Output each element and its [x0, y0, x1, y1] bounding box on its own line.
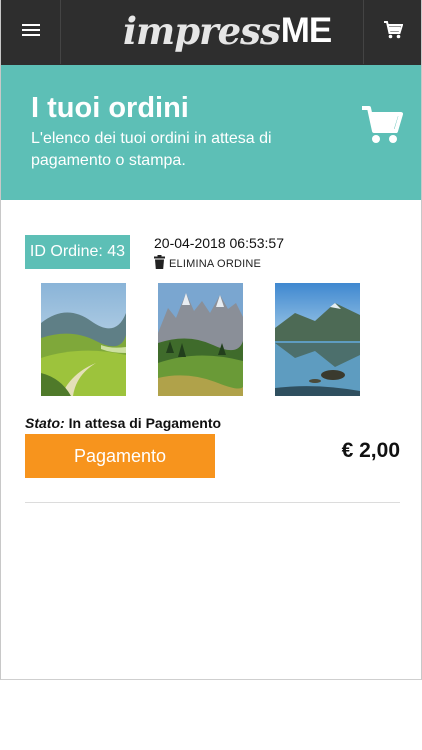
top-navbar: impress ME — [1, 0, 421, 66]
cart-icon — [361, 105, 403, 150]
page-subtitle: L'elenco dei tuoi ordini in attesa di pa… — [31, 130, 272, 169]
logo-script: impress — [123, 9, 281, 53]
cart-button[interactable] — [363, 0, 421, 64]
photo-lake[interactable] — [275, 283, 360, 396]
hamburger-icon — [21, 23, 40, 42]
photo-mountains[interactable] — [158, 283, 243, 396]
page-header: I tuoi ordini L'elenco dei tuoi ordini i… — [1, 65, 421, 200]
logo[interactable]: impress ME — [123, 5, 332, 57]
order-id-badge: ID Ordine: 43 — [25, 235, 130, 269]
menu-button[interactable] — [1, 0, 61, 64]
status-label: Stato: — [25, 415, 65, 431]
status-value: In attesa di Pagamento — [68, 415, 222, 431]
logo-bold: ME — [280, 11, 332, 50]
pay-button[interactable]: Pagamento — [25, 434, 215, 478]
delete-order-button[interactable]: ELIMINA ORDINE — [154, 255, 261, 272]
order-photos — [41, 283, 361, 396]
order-date: 20-04-2018 06:53:57 — [154, 235, 284, 251]
photo-valley[interactable] — [41, 283, 126, 396]
page-title: I tuoi ordini — [31, 92, 189, 124]
order-price: € 2,00 — [341, 439, 400, 462]
order-status: Stato: In attesa di Pagamento — [25, 415, 221, 431]
trash-icon — [154, 255, 169, 272]
delete-order-label: ELIMINA ORDINE — [169, 257, 262, 270]
cart-icon — [383, 20, 403, 44]
app-container: impress ME I tuoi ordini L'elenco dei tuo… — [0, 0, 422, 680]
divider — [25, 502, 400, 503]
